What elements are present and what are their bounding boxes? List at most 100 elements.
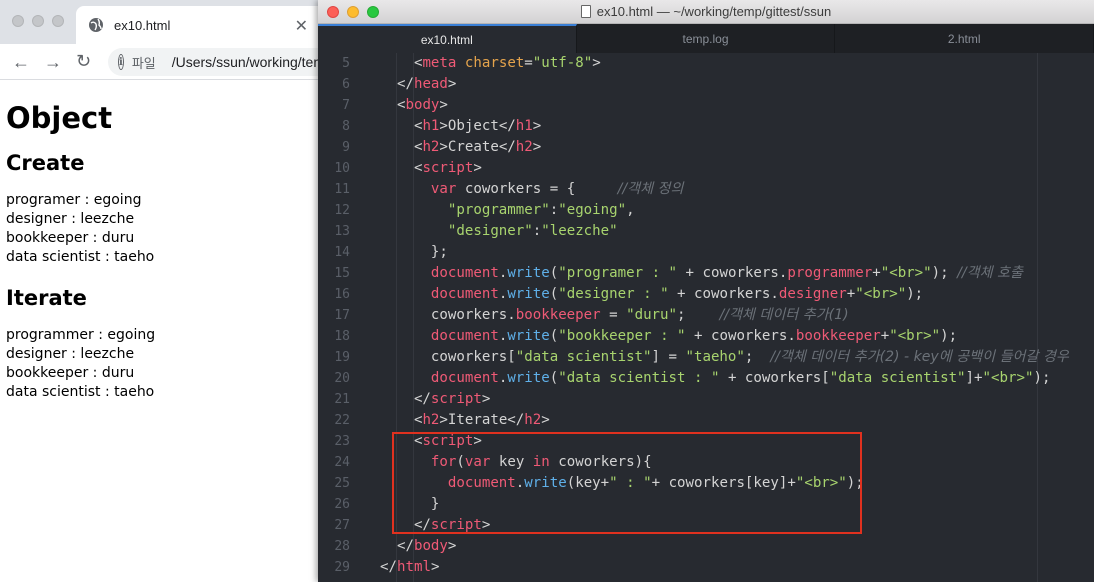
code-token: ( <box>549 370 559 386</box>
output-line: bookkeeper : duru <box>6 365 135 381</box>
code-token: > <box>430 559 440 575</box>
zoom-window-button[interactable] <box>52 15 64 27</box>
code-token: //객체 데이터 추가(2) - key에 공백이 들어갈 경우 <box>770 349 1069 365</box>
page-content: Object Create programer : egoing designe… <box>0 101 330 402</box>
line-number: 25 <box>334 476 350 491</box>
browser-toolbar: ← → ↻ i 파일 /Users/ssun/working/temp/gitt… <box>0 44 348 80</box>
code-line: <body> <box>380 95 1094 116</box>
code-token: "designer" <box>447 223 533 239</box>
tab-ex10-html[interactable]: ex10.html <box>318 24 577 53</box>
code-line: <script> <box>380 158 1094 179</box>
code-line: </head> <box>380 74 1094 95</box>
line-number: 12 <box>334 203 350 218</box>
page-heading-create: Create <box>6 151 85 175</box>
code-token: "programmer" <box>447 202 550 218</box>
code-token: charset <box>464 55 525 71</box>
address-bar[interactable]: i 파일 /Users/ssun/working/temp/gittest/ss… <box>108 48 348 76</box>
code-token: : <box>549 202 559 218</box>
code-token: ); <box>931 265 958 281</box>
code-token: "designer : " <box>558 286 669 302</box>
iterate-output: programmer : egoing designer : leezche b… <box>6 326 324 402</box>
code-token: + coworkers. <box>677 265 788 281</box>
code-token: "egoing" <box>558 202 627 218</box>
reload-icon[interactable]: ↻ <box>76 51 91 72</box>
line-number: 21 <box>334 392 350 407</box>
code-token: + coworkers. <box>668 286 779 302</box>
line-number: 23 <box>334 434 350 449</box>
code-token: "<br>" <box>855 286 907 302</box>
code-token: ); <box>1033 370 1051 386</box>
code-token: "data scientist" <box>829 370 966 386</box>
code-token: var <box>430 181 457 197</box>
code-token: </ <box>380 559 397 575</box>
line-number-gutter: 5 6 7 8 9 10 11 12 13 14 15 16 17 18 19 20 21 22 23 24 25 26 2… <box>318 53 370 578</box>
tab-2-html[interactable]: 2.html <box>835 24 1094 53</box>
code-token: "utf-8" <box>532 55 593 71</box>
code-token: bookkeeper <box>515 307 601 323</box>
code-token: "programer : " <box>558 265 678 281</box>
output-line: bookkeeper : duru <box>6 230 135 246</box>
code-line: "designer":"leezche" <box>380 221 1094 242</box>
code-token: h2 <box>422 412 440 428</box>
code-token: > <box>439 97 448 113</box>
info-icon[interactable]: i <box>118 54 124 70</box>
code-token: ; <box>677 307 720 323</box>
line-number: 6 <box>342 77 350 92</box>
code-token: < <box>380 160 423 176</box>
code-token: body <box>405 97 440 113</box>
code-token: "<br>" <box>982 370 1034 386</box>
output-line: programer : egoing <box>6 192 142 208</box>
code-token: //객체 호출 <box>957 265 1023 281</box>
code-line: </body> <box>380 536 1094 557</box>
code-token: "data scientist" <box>515 349 652 365</box>
line-number: 26 <box>334 497 350 512</box>
code-token: document <box>430 370 499 386</box>
code-token: < <box>380 139 423 155</box>
code-token: = <box>600 307 627 323</box>
code-token: > <box>447 76 457 92</box>
code-token: + coworkers. <box>685 328 796 344</box>
code-line: coworkers.bookkeeper = "duru"; //객체 데이터 … <box>380 305 1094 326</box>
browser-tab-active[interactable]: ex10.html ✕ <box>76 6 326 44</box>
code-token: ); <box>940 328 958 344</box>
code-line: <meta charset="utf-8"> <box>380 53 1094 74</box>
close-window-button[interactable] <box>12 15 24 27</box>
code-token: = <box>524 55 533 71</box>
code-token: h1 <box>422 118 440 134</box>
code-line: document.write("programer : " + coworker… <box>380 263 1094 284</box>
code-token: h1 <box>515 118 533 134</box>
code-token: </ <box>380 76 414 92</box>
code-token: script <box>422 160 474 176</box>
line-number: 13 <box>334 224 350 239</box>
code-token: meta <box>422 55 457 71</box>
editor-tabs: ex10.html temp.log 2.html <box>318 24 1094 53</box>
code-area[interactable]: 5 6 7 8 9 10 11 12 13 14 15 16 17 18 19 20 21 22 23 24 25 26 2… <box>318 53 1094 582</box>
tab-temp-log[interactable]: temp.log <box>577 24 836 53</box>
code-token: + <box>872 265 881 281</box>
code-token: + <box>880 328 890 344</box>
editor-titlebar: ex10.html — ~/working/temp/gittest/ssun <box>318 0 1094 24</box>
code-token: < <box>380 97 406 113</box>
code-token: > <box>592 55 601 71</box>
code-token: "taeho" <box>685 349 745 365</box>
close-tab-icon[interactable]: ✕ <box>295 16 308 36</box>
code-token: ); <box>906 286 924 302</box>
code-token: < <box>380 55 423 71</box>
code-token: : <box>532 223 542 239</box>
back-arrow-icon[interactable]: ← <box>12 52 30 73</box>
code-line: </html> <box>380 557 1094 578</box>
output-line: designer : leezche <box>6 346 135 362</box>
line-number: 19 <box>334 350 350 365</box>
code-token: , <box>626 202 635 218</box>
code-token: coworkers. <box>380 307 516 323</box>
code-token: "data scientist : " <box>558 370 720 386</box>
code-token: ] = <box>651 349 686 365</box>
minimize-window-button[interactable] <box>32 15 44 27</box>
code-token: coworkers[ <box>380 349 516 365</box>
line-number: 14 <box>334 245 350 260</box>
code-token: ( <box>549 286 559 302</box>
code-token: > <box>541 412 550 428</box>
forward-arrow-icon[interactable]: → <box>44 52 62 73</box>
